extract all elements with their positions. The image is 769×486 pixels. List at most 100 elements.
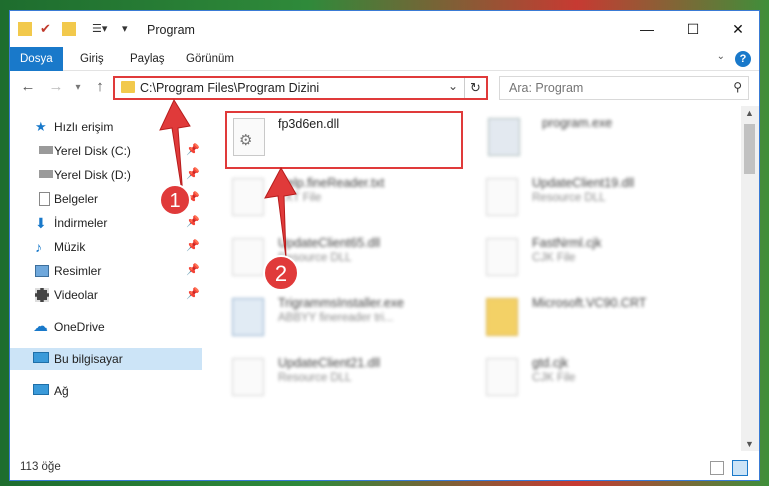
pin-icon[interactable]: 📌: [186, 287, 200, 300]
ribbon: Dosya Giriş Paylaş Görünüm ⌄ ?: [10, 47, 759, 71]
pin-icon[interactable]: 📌: [186, 239, 200, 252]
file-name: program.exe: [542, 116, 613, 130]
folder-icon: [18, 22, 32, 36]
help-button[interactable]: ?: [735, 51, 751, 67]
pin-icon[interactable]: 📌: [186, 191, 200, 204]
cjk-file-icon: [486, 358, 518, 396]
sidebar-item-this-pc[interactable]: Bu bilgisayar: [10, 348, 202, 370]
document-icon: [39, 192, 50, 206]
file-type: Resource DLL: [278, 372, 352, 384]
file-item-fastnrml[interactable]: FastNrml.cjk CJK File: [460, 232, 700, 284]
file-list: ⚙ fp3d6en.dll program.exe Help.fineReade…: [206, 106, 740, 451]
sidebar-item-documents[interactable]: Belgeler 📌: [10, 188, 202, 210]
customize-toolbar-icon[interactable]: ☰▾: [92, 22, 114, 36]
close-icon: ✕: [732, 20, 744, 37]
drive-icon: [39, 170, 53, 178]
sidebar-item-music[interactable]: ♪ Müzik 📌: [10, 236, 202, 258]
tab-view[interactable]: Görünüm: [176, 47, 244, 71]
properties-icon[interactable]: ✔: [40, 22, 54, 36]
sidebar-item-videos[interactable]: Videolar 📌: [10, 284, 202, 306]
cjk-file-icon: [486, 238, 518, 276]
forward-arrow-icon[interactable]: →: [46, 78, 66, 95]
scroll-down-icon[interactable]: ▼: [745, 439, 754, 449]
file-item-fp3d6en[interactable]: ⚙ fp3d6en.dll: [208, 112, 448, 164]
pin-icon[interactable]: 📌: [186, 143, 200, 156]
navigation-pane: ★ Hızlı erişim Yerel Disk (C:) 📌 Yerel D…: [10, 106, 206, 442]
download-icon: ⬇: [35, 215, 47, 231]
sidebar-item-pictures[interactable]: Resimler 📌: [10, 260, 202, 282]
new-folder-icon[interactable]: [62, 22, 76, 36]
file-item-trigramms[interactable]: TrigrammsInstaller.exe ABBYY finereader …: [206, 292, 446, 344]
minimize-button[interactable]: —: [624, 11, 670, 47]
tab-home[interactable]: Giriş: [70, 47, 114, 71]
tab-file[interactable]: Dosya: [10, 47, 63, 71]
sidebar-item-disk-d[interactable]: Yerel Disk (D:) 📌: [10, 164, 202, 186]
sidebar-item-downloads[interactable]: ⬇ İndirmeler 📌: [10, 212, 202, 234]
folder-icon: [121, 81, 135, 93]
file-type: Resource DLL: [532, 192, 606, 204]
maximize-button[interactable]: ☐: [670, 11, 716, 47]
details-view-icon[interactable]: [710, 461, 724, 475]
dll-file-icon: ⚙: [233, 118, 265, 156]
sidebar-item-disk-c[interactable]: Yerel Disk (C:) 📌: [10, 140, 202, 162]
sidebar-item-label: İndirmeler: [54, 216, 108, 230]
folder-icon: [486, 298, 518, 336]
sidebar-item-label: Bu bilgisayar: [54, 352, 123, 366]
file-name: fp3d6en.dll: [278, 117, 340, 131]
music-icon: ♪: [35, 239, 42, 255]
sidebar-item-quick-access[interactable]: ★ Hızlı erişim: [10, 116, 202, 138]
sidebar-item-label: OneDrive: [54, 320, 105, 334]
sidebar-item-label: Yerel Disk (D:): [54, 168, 131, 182]
file-name: TrigrammsInstaller.exe: [278, 296, 404, 310]
file-item-gtd[interactable]: gtd.cjk CJK File: [460, 352, 700, 404]
sidebar-item-label: Resimler: [54, 264, 102, 278]
pin-icon[interactable]: 📌: [186, 167, 200, 180]
minimize-icon: —: [640, 21, 654, 37]
dll-file-icon: [486, 178, 518, 216]
search-box[interactable]: ⚲: [499, 76, 749, 100]
star-icon: ★: [35, 119, 47, 134]
pin-icon[interactable]: 📌: [186, 215, 200, 228]
txt-file-icon: [232, 178, 264, 216]
video-icon: [35, 288, 49, 302]
drive-icon: [39, 146, 53, 154]
large-icons-view-icon[interactable]: [732, 460, 748, 476]
title-bar: ✔ ☰▾ ▾ Program — ☐ ✕: [10, 11, 759, 47]
window-title: Program: [147, 23, 195, 37]
file-name: Microsoft.VC90.CRT: [532, 296, 647, 310]
file-item-updateclient65[interactable]: UpdateClient65.dll Resource DLL: [206, 232, 446, 284]
file-item-program[interactable]: program.exe: [462, 112, 702, 164]
tab-share[interactable]: Paylaş: [120, 47, 175, 71]
scroll-up-icon[interactable]: ▲: [745, 108, 754, 118]
file-name: UpdateClient19.dll: [532, 176, 635, 190]
up-arrow-icon[interactable]: ↑: [90, 78, 110, 95]
dll-file-icon: [232, 238, 264, 276]
file-type: TXT File: [278, 192, 322, 204]
chevron-down-icon[interactable]: ⌄: [448, 79, 458, 93]
close-button[interactable]: ✕: [715, 11, 759, 47]
recent-locations-icon[interactable]: ▾: [68, 82, 88, 93]
chevron-down-icon[interactable]: ▾: [122, 22, 136, 36]
sidebar-item-onedrive[interactable]: ☁ OneDrive: [10, 316, 202, 338]
sidebar-item-label: Videolar: [54, 288, 98, 302]
file-type: Resource DLL: [278, 252, 352, 264]
search-icon[interactable]: ⚲: [733, 80, 742, 94]
file-item-help[interactable]: Help.fineReader.txt TXT File: [206, 172, 446, 224]
vertical-scrollbar[interactable]: ▲ ▼: [741, 106, 759, 451]
search-input[interactable]: [509, 81, 709, 95]
sidebar-item-label: Ağ: [54, 384, 69, 398]
address-path[interactable]: C:\Program Files\Program Dizini: [140, 81, 319, 95]
file-item-updateclient21[interactable]: UpdateClient21.dll Resource DLL: [206, 352, 446, 404]
file-item-updateclient19[interactable]: UpdateClient19.dll Resource DLL: [460, 172, 700, 224]
cloud-icon: ☁: [33, 318, 48, 335]
ribbon-expand-icon[interactable]: ⌄: [717, 51, 725, 62]
file-item-vc90[interactable]: Microsoft.VC90.CRT: [460, 292, 700, 344]
address-bar[interactable]: C:\Program Files\Program Dizini ⌄ ↻: [113, 76, 488, 100]
network-icon: [33, 384, 49, 395]
sidebar-item-network[interactable]: Ağ: [10, 380, 202, 402]
file-name: FastNrml.cjk: [532, 236, 602, 250]
scrollbar-thumb[interactable]: [744, 124, 755, 174]
back-arrow-icon[interactable]: ←: [18, 78, 38, 95]
pin-icon[interactable]: 📌: [186, 263, 200, 276]
refresh-icon[interactable]: ↻: [464, 78, 486, 98]
